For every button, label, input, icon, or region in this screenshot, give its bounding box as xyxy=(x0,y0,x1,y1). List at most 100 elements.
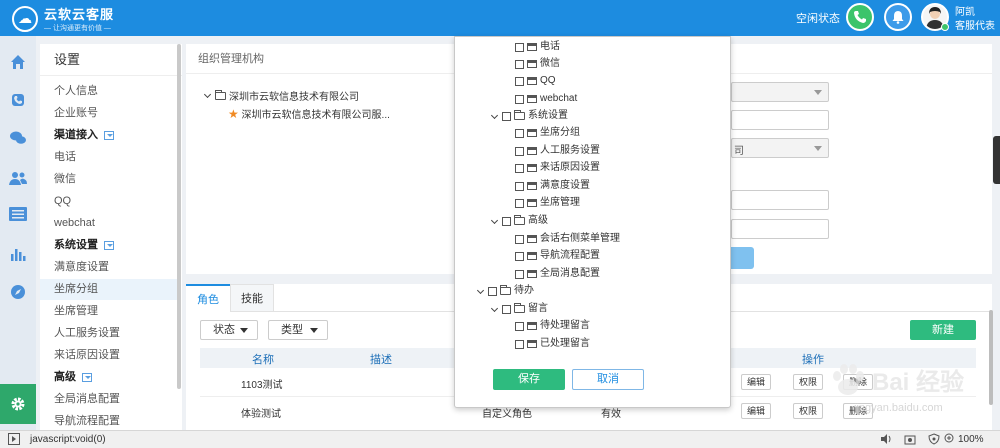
checkbox[interactable] xyxy=(515,321,524,331)
sidebar-item-manual-service[interactable]: 人工服务设置 xyxy=(40,323,178,344)
checkbox[interactable] xyxy=(515,94,524,104)
tab-skills[interactable]: 技能 xyxy=(230,284,274,312)
checkbox[interactable] xyxy=(502,216,511,226)
checkbox[interactable] xyxy=(515,198,524,208)
perm-item-call-reasons[interactable]: 来话原因设置 xyxy=(515,160,600,176)
sidebar-item-wechat[interactable]: 微信 xyxy=(40,169,178,190)
perm-group-todo[interactable]: 待办 xyxy=(477,283,534,299)
checkbox[interactable] xyxy=(515,76,524,86)
create-button[interactable]: 新建 xyxy=(910,320,976,340)
sidebar-scrollbar[interactable] xyxy=(177,44,181,389)
sidebar-item-qq[interactable]: QQ xyxy=(40,191,178,212)
org-tree-child[interactable]: ★ 深圳市云软信息技术有限公司服... xyxy=(228,106,390,121)
row-2-permission-button[interactable]: 权限 xyxy=(793,403,824,419)
sidebar-item-global-messages[interactable]: 全局消息配置 xyxy=(40,389,178,410)
checkbox[interactable] xyxy=(515,146,524,156)
perm-item-qq[interactable]: QQ xyxy=(515,73,556,89)
main-scrollbar[interactable] xyxy=(989,310,993,405)
logo[interactable]: ☁ 云软云客服 — 让沟通更有价值 — xyxy=(12,4,114,33)
checkbox[interactable] xyxy=(515,234,524,244)
perm-item-phone[interactable]: 电话 xyxy=(515,39,560,55)
checkbox[interactable] xyxy=(515,269,524,279)
org-select-field[interactable] xyxy=(731,82,829,102)
user-name[interactable]: 阿凯 xyxy=(955,3,975,18)
checkbox[interactable] xyxy=(488,286,497,296)
perm-item-wechat[interactable]: 微信 xyxy=(515,56,560,72)
row-2-edit-button[interactable]: 编辑 xyxy=(741,403,772,419)
perm-item-webchat[interactable]: webchat xyxy=(515,91,577,107)
collapse-toggle-icon[interactable] xyxy=(82,372,92,382)
chart-icon[interactable] xyxy=(0,236,36,272)
perm-item-handled-messages[interactable]: 已处理留言 xyxy=(515,336,590,352)
cancel-button[interactable]: 取消 xyxy=(572,369,644,390)
org-tree-root[interactable]: 深圳市云软信息技术有限公司 xyxy=(204,88,359,103)
sidebar-item-nav-flow[interactable]: 导航流程配置 xyxy=(40,411,178,430)
column-name-header[interactable]: 名称 xyxy=(252,351,274,367)
perm-item-pending-messages[interactable]: 待处理留言 xyxy=(515,318,590,334)
submit-button[interactable] xyxy=(728,247,754,269)
perm-item-session-menu[interactable]: 会话右侧菜单管理 xyxy=(515,231,620,247)
zoom-level[interactable]: 100% xyxy=(958,434,984,445)
perm-item-seat-management[interactable]: 坐席管理 xyxy=(515,195,580,211)
tab-roles[interactable]: 角色 xyxy=(186,284,230,312)
chevron-down-icon[interactable] xyxy=(491,217,500,226)
zoom-icon[interactable] xyxy=(944,433,956,445)
checkbox[interactable] xyxy=(515,251,524,261)
home-icon[interactable] xyxy=(0,44,36,80)
row-1-edit-button[interactable]: 编辑 xyxy=(741,374,772,390)
sidebar-item-satisfaction[interactable]: 满意度设置 xyxy=(40,257,178,278)
chevron-down-icon[interactable] xyxy=(204,91,213,100)
speaker-icon[interactable] xyxy=(880,433,892,445)
perm-item-global-messages[interactable]: 全局消息配置 xyxy=(515,266,600,282)
sidebar-group-system[interactable]: 系统设置 xyxy=(40,235,178,256)
agent-status[interactable]: 空闲状态 xyxy=(796,10,840,26)
checkbox[interactable] xyxy=(515,42,524,52)
perm-group-system[interactable]: 系统设置 xyxy=(491,108,568,124)
perm-item-satisfaction[interactable]: 满意度设置 xyxy=(515,178,590,194)
side-panel-handle[interactable] xyxy=(993,136,1000,184)
checkbox[interactable] xyxy=(515,128,524,138)
shield-icon[interactable] xyxy=(928,433,940,445)
perm-item-seat-groups[interactable]: 坐席分组 xyxy=(515,125,580,141)
type-filter-dropdown[interactable]: 类型 xyxy=(268,320,328,340)
status-filter-dropdown[interactable]: 状态 xyxy=(200,320,258,340)
settings-button[interactable] xyxy=(0,384,36,424)
row-1-delete-button[interactable]: 删除 xyxy=(843,374,874,390)
sidebar-item-phone[interactable]: 电话 xyxy=(40,147,178,168)
sidebar-group-channels[interactable]: 渠道接入 xyxy=(40,125,178,146)
capture-icon[interactable] xyxy=(904,433,916,445)
checkbox[interactable] xyxy=(502,304,511,314)
checkbox[interactable] xyxy=(515,181,524,191)
row-1-permission-button[interactable]: 权限 xyxy=(793,374,824,390)
checkbox[interactable] xyxy=(515,163,524,173)
chat-icon[interactable] xyxy=(0,120,36,156)
phone-button[interactable] xyxy=(846,3,874,31)
compass-icon[interactable] xyxy=(0,274,36,310)
org-text-field[interactable] xyxy=(731,110,829,130)
org-input-field-b[interactable] xyxy=(731,219,829,239)
column-desc-header[interactable]: 描述 xyxy=(370,351,392,367)
org-company-field[interactable]: 司 xyxy=(731,138,829,158)
sidebar-item-webchat[interactable]: webchat xyxy=(40,213,178,234)
checkbox[interactable] xyxy=(515,59,524,69)
chevron-down-icon[interactable] xyxy=(491,112,500,121)
phone-icon[interactable] xyxy=(0,82,36,118)
sidebar-item-company-account[interactable]: 企业账号 xyxy=(40,103,178,124)
contacts-icon[interactable] xyxy=(0,160,36,196)
checkbox[interactable] xyxy=(502,111,511,121)
perm-group-messages[interactable]: 留言 xyxy=(491,301,548,317)
chevron-down-icon[interactable] xyxy=(491,305,500,314)
sidebar-item-seat-management[interactable]: 坐席管理 xyxy=(40,301,178,322)
perm-group-advanced[interactable]: 高级 xyxy=(491,213,548,229)
chevron-down-icon[interactable] xyxy=(477,287,486,296)
notification-button[interactable] xyxy=(884,3,912,31)
checkbox[interactable] xyxy=(515,339,524,349)
panel-toggle-icon[interactable] xyxy=(8,433,20,445)
collapse-toggle-icon[interactable] xyxy=(104,240,114,250)
collapse-toggle-icon[interactable] xyxy=(104,130,114,140)
sidebar-item-call-reasons[interactable]: 来话原因设置 xyxy=(40,345,178,366)
perm-item-manual-service[interactable]: 人工服务设置 xyxy=(515,143,600,159)
sidebar-item-profile[interactable]: 个人信息 xyxy=(40,81,178,102)
list-icon[interactable] xyxy=(0,196,36,232)
perm-item-nav-flow[interactable]: 导航流程配置 xyxy=(515,248,600,264)
